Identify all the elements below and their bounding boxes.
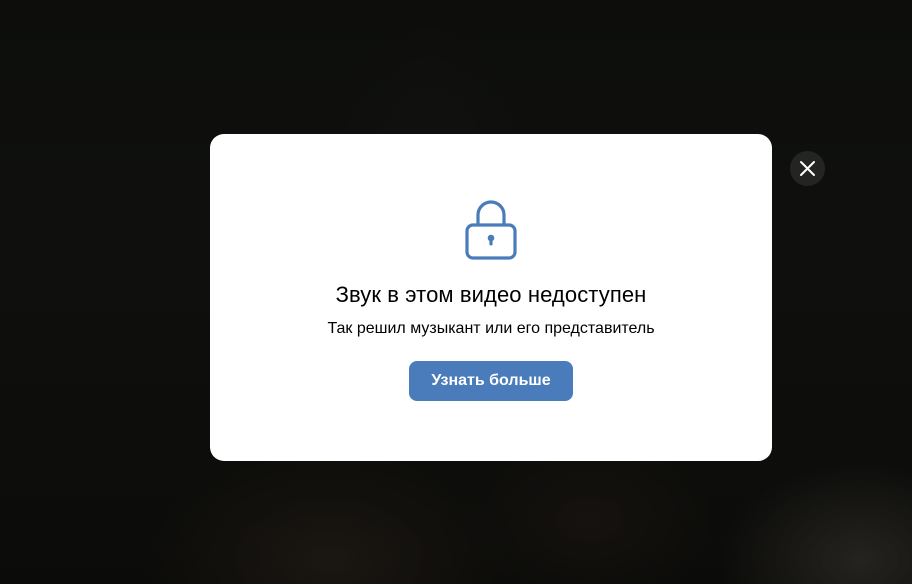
close-button[interactable] <box>790 151 825 186</box>
sound-unavailable-dialog: Звук в этом видео недоступен Так решил м… <box>210 134 772 461</box>
learn-more-button[interactable]: Узнать больше <box>409 361 573 401</box>
dialog-title: Звук в этом видео недоступен <box>335 282 647 307</box>
lock-icon <box>465 198 517 260</box>
dialog-subtitle: Так решил музыкант или его представитель <box>327 320 655 337</box>
close-icon <box>800 161 815 176</box>
